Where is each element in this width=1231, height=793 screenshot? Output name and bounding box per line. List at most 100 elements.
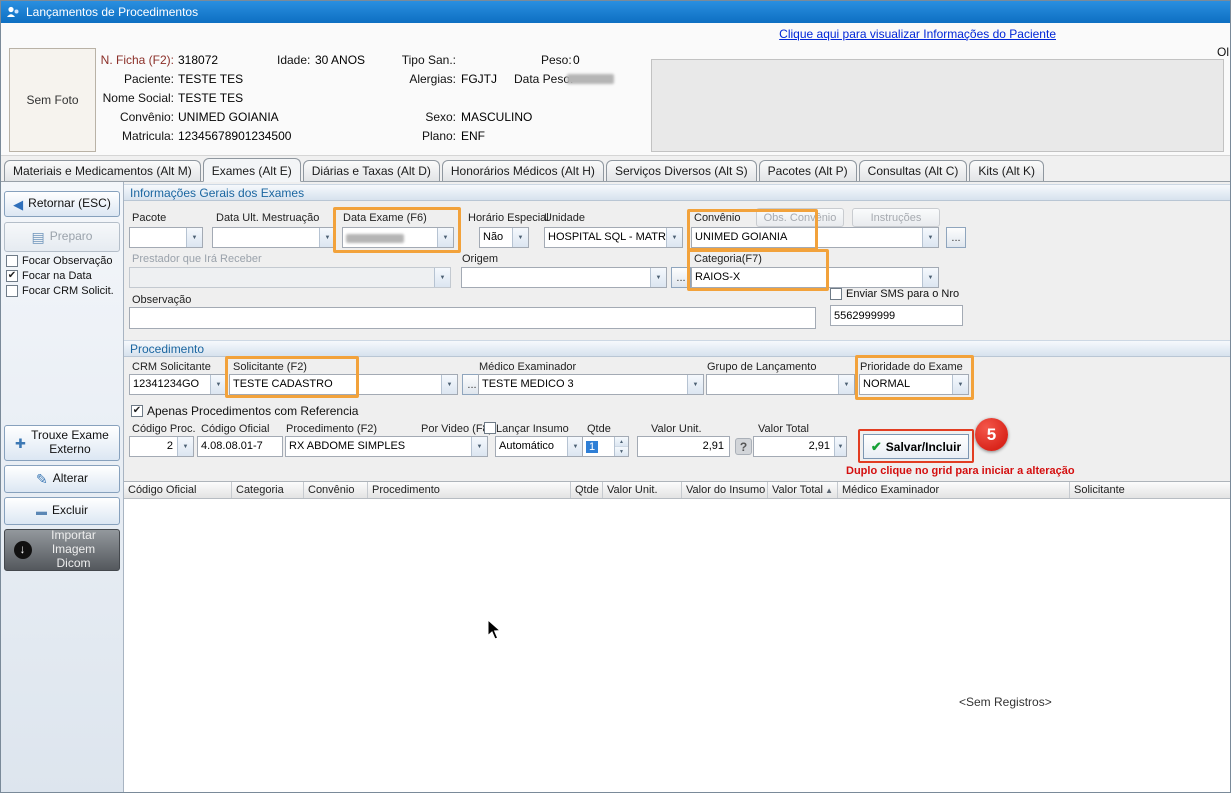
sms-number-input[interactable]: [830, 305, 963, 326]
apenas-referencia-checkbox[interactable]: Apenas Procedimentos com Referencia: [131, 404, 358, 418]
tab-servicos[interactable]: Serviços Diversos (Alt S): [606, 160, 757, 181]
convenio-more-button[interactable]: ...: [946, 227, 966, 248]
valor-total-field[interactable]: 2,91: [753, 436, 847, 457]
pacote-select[interactable]: [129, 227, 203, 248]
download-arrow-icon: ↓: [14, 541, 32, 559]
procedimento-select[interactable]: RX ABDOME SIMPLES: [285, 436, 488, 457]
chevron-down-icon[interactable]: [650, 268, 666, 287]
tab-materiais[interactable]: Materiais e Medicamentos (Alt M): [4, 160, 201, 181]
procedimento-value: RX ABDOME SIMPLES: [286, 437, 471, 456]
app-icon: [6, 5, 20, 19]
annotation-note: Duplo clique no grid para iniciar a alte…: [846, 465, 1075, 477]
title-bar: Lançamentos de Procedimentos: [1, 1, 1230, 23]
unidade-select[interactable]: HOSPITAL SQL - MATRIZ: [544, 227, 683, 248]
tab-kits[interactable]: Kits (Alt K): [969, 160, 1044, 181]
column-solicitante[interactable]: Solicitante: [1070, 482, 1231, 498]
categoria-select[interactable]: RAIOS-X: [691, 267, 939, 288]
convenio-exame-label: Convênio: [694, 212, 740, 224]
prestador-label: Prestador que Irá Receber: [132, 253, 262, 265]
trouxe-exame-button[interactable]: Trouxe Exame Externo: [4, 425, 120, 461]
column-convenio[interactable]: Convênio: [304, 482, 368, 498]
grupo-lancamento-label: Grupo de Lançamento: [707, 361, 816, 373]
chevron-down-icon: [434, 268, 450, 287]
data-exame-label: Data Exame (F6): [343, 212, 427, 224]
alterar-button[interactable]: Alterar: [4, 465, 120, 493]
column-valor-total[interactable]: Valor Total ▲: [768, 482, 838, 498]
chevron-down-icon[interactable]: [567, 437, 583, 456]
chevron-down-icon[interactable]: [512, 228, 528, 247]
tab-consultas[interactable]: Consultas (Alt C): [859, 160, 968, 181]
column-procedimento[interactable]: Procedimento: [368, 482, 571, 498]
preparo-button: Preparo: [4, 222, 120, 252]
chevron-down-icon[interactable]: [319, 228, 335, 247]
chevron-down-icon[interactable]: [441, 375, 457, 394]
chevron-down-icon[interactable]: [952, 375, 968, 394]
column-codigo-oficial[interactable]: Código Oficial: [124, 482, 232, 498]
importar-dicom-button[interactable]: ↓ Importar Imagem Dicom: [4, 529, 120, 571]
chevron-down-icon[interactable]: [834, 437, 846, 456]
valor-unit-field[interactable]: 2,91: [637, 436, 730, 457]
chevron-down-icon[interactable]: [687, 375, 703, 394]
chevron-down-icon[interactable]: [922, 268, 938, 287]
chevron-down-icon[interactable]: [471, 437, 487, 456]
qtde-stepper[interactable]: 1 ▲▼: [582, 436, 629, 457]
chevron-down-icon[interactable]: [186, 228, 202, 247]
focar-observacao-checkbox[interactable]: Focar Observação: [6, 255, 112, 267]
column-label: Categoria: [236, 484, 284, 496]
excluir-button[interactable]: Excluir: [4, 497, 120, 525]
focar-observacao-label: Focar Observação: [22, 255, 112, 267]
ficha-label: N. Ficha (F2):: [41, 53, 174, 67]
chevron-down-icon[interactable]: [838, 375, 854, 394]
por-video-label: Por Video (F8): [421, 423, 492, 435]
tab-pacotes[interactable]: Pacotes (Alt P): [759, 160, 857, 181]
sort-asc-icon: ▲: [825, 486, 833, 495]
medico-examinador-select[interactable]: TESTE MEDICO 3: [478, 374, 704, 395]
column-valor-unit[interactable]: Valor Unit.: [603, 482, 682, 498]
horario-especial-select[interactable]: Não: [479, 227, 529, 248]
column-categoria[interactable]: Categoria: [232, 482, 304, 498]
data-ult-select[interactable]: [212, 227, 336, 248]
checkbox-icon: [830, 288, 842, 300]
stepper-buttons[interactable]: ▲▼: [614, 437, 628, 456]
observacao-input[interactable]: [129, 307, 816, 329]
plano-label: Plano:: [386, 129, 456, 143]
codigo-oficial-field[interactable]: 4.08.08.01-7: [197, 436, 283, 457]
chevron-down-icon[interactable]: [666, 228, 682, 247]
crm-solicitante-select[interactable]: 12341234GO: [129, 374, 227, 395]
origem-more-button[interactable]: ...: [671, 267, 691, 288]
chevron-down-icon[interactable]: [177, 437, 193, 456]
focar-na-data-checkbox[interactable]: Focar na Data: [6, 270, 92, 282]
column-qtde[interactable]: Qtde: [571, 482, 603, 498]
column-medico-examinador[interactable]: Médico Examinador: [838, 482, 1070, 498]
lancar-insumo-select[interactable]: Automático: [495, 436, 584, 457]
convenio-label: Convênio:: [41, 110, 174, 124]
origem-select[interactable]: [461, 267, 667, 288]
patient-info-link[interactable]: Clique aqui para visualizar Informações …: [779, 27, 1056, 41]
salvar-incluir-button[interactable]: Salvar/Incluir: [863, 434, 969, 459]
minus-icon: [36, 505, 47, 518]
focar-crm-checkbox[interactable]: Focar CRM Solicit.: [6, 285, 114, 297]
stepper-up-icon[interactable]: ▲: [615, 437, 628, 447]
tab-diarias[interactable]: Diárias e Taxas (Alt D): [303, 160, 440, 181]
column-label: Convênio: [308, 484, 354, 496]
prioridade-select[interactable]: NORMAL: [859, 374, 969, 395]
grupo-lancamento-select[interactable]: [706, 374, 855, 395]
tab-exames[interactable]: Exames (Alt E): [203, 158, 301, 182]
chevron-down-icon[interactable]: [437, 228, 453, 247]
solicitante-select[interactable]: TESTE CADASTRO: [229, 374, 458, 395]
chevron-down-icon[interactable]: [210, 375, 226, 394]
stepper-down-icon[interactable]: ▼: [615, 447, 628, 456]
chevron-down-icon[interactable]: [922, 228, 938, 247]
codigo-proc-select[interactable]: 2: [129, 436, 194, 457]
grid-body[interactable]: <Sem Registros>: [124, 499, 1231, 793]
tab-honorarios[interactable]: Honorários Médicos (Alt H): [442, 160, 604, 181]
help-icon[interactable]: ?: [735, 438, 752, 455]
data-exame-select[interactable]: [342, 227, 454, 248]
por-video-checkbox[interactable]: [484, 422, 496, 434]
sms-checkbox[interactable]: Enviar SMS para o Nro: [830, 288, 959, 300]
convenio-exame-select[interactable]: UNIMED GOIANIA: [691, 227, 939, 248]
retornar-button[interactable]: Retornar (ESC): [4, 191, 120, 217]
column-valor-insumo[interactable]: Valor do Insumo: [682, 482, 768, 498]
obs-convenio-button: Obs. Convênio: [756, 208, 844, 227]
step-5-badge: 5: [975, 418, 1008, 451]
